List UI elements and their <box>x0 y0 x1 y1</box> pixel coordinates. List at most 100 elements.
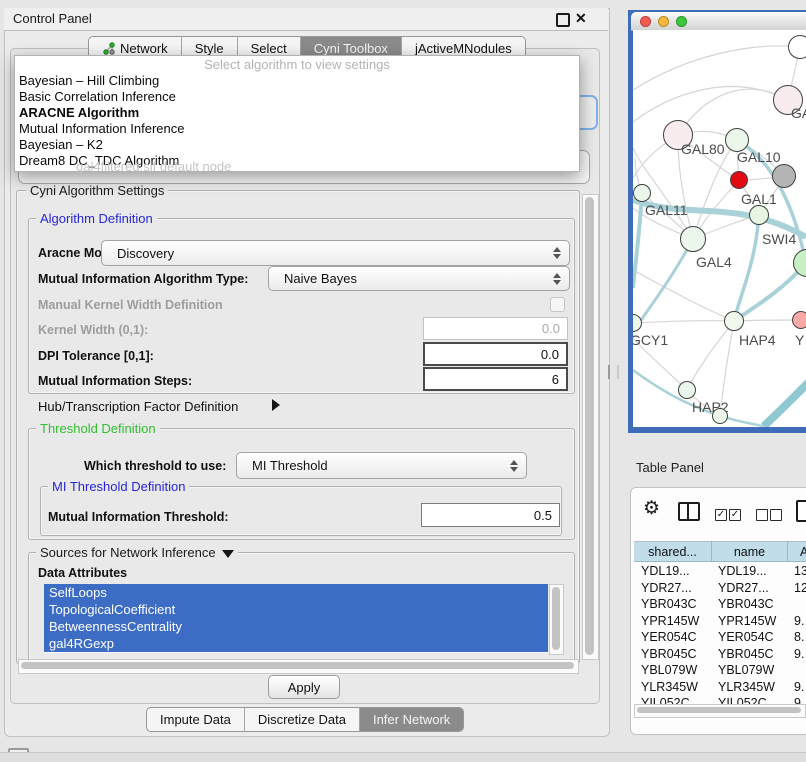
cyni-algorithm-settings-title: Cyni Algorithm Settings <box>26 183 168 198</box>
dropdown-item-aracne-algorithm[interactable]: ARACNE Algorithm <box>15 105 579 121</box>
table-row[interactable]: YDR27...YDR27...12 <box>634 580 806 597</box>
attribute-item-selfloops[interactable]: SelfLoops <box>44 584 548 601</box>
table-row[interactable]: YER054CYER054C8. <box>634 629 806 646</box>
dropdown-item-mutual-information-inference[interactable]: Mutual Information Inference <box>15 121 579 137</box>
checked-box-icon[interactable]: ✓ <box>715 509 727 521</box>
table-cell: YBL079W <box>641 663 697 677</box>
table-cell: YBR043C <box>718 597 774 611</box>
window-close-button[interactable] <box>640 16 651 27</box>
data-attributes-list[interactable]: SelfLoopsTopologicalCoefficientBetweenne… <box>44 584 548 653</box>
table-row[interactable]: YDL19...YDL19...13 <box>634 563 806 580</box>
table-row[interactable]: YBR043C YBR043C <box>634 596 806 613</box>
tab-label: Network <box>120 41 168 56</box>
attribute-item-topologicalcoefficient[interactable]: TopologicalCoefficient <box>44 601 548 618</box>
table-cell: YBR043C <box>641 597 697 611</box>
attributes-scrollbar-thumb[interactable] <box>552 587 560 650</box>
attributes-scrollbar[interactable] <box>549 584 564 655</box>
table-cell: YDL19... <box>718 564 767 578</box>
node-hap4[interactable] <box>724 311 744 331</box>
table-row[interactable]: YPR145WYPR145W9. <box>634 613 806 630</box>
network-window-titlebar[interactable] <box>631 12 806 31</box>
control-panel-titlebar: Control Panel ✕ <box>4 8 608 31</box>
manual-kernel-label: Manual Kernel Width Definition <box>38 298 223 312</box>
window-zoom-button[interactable] <box>676 16 687 27</box>
node-gcy1[interactable] <box>633 314 642 332</box>
gear-icon[interactable]: ⚙ <box>643 497 660 520</box>
network-canvas[interactable]: GALGAL80GAL10GAL1GAL11GAL4SWI4GCY1HAP4YH… <box>633 30 806 427</box>
table-cell: YBR045C <box>641 647 697 661</box>
table-row[interactable]: YIL052CYIL052C9 <box>634 695 806 704</box>
node-gal11[interactable] <box>633 184 651 202</box>
column-header-a[interactable]: A <box>788 541 806 562</box>
unchecked-box-icon[interactable] <box>770 509 782 521</box>
window-minimize-button[interactable] <box>658 16 669 27</box>
table-cell: YLR345W <box>641 680 698 694</box>
dropdown-item-bayesian-hill-climbing[interactable]: Bayesian – Hill Climbing <box>15 73 579 89</box>
which-threshold-value: MI Threshold <box>237 458 328 473</box>
mi-threshold-field[interactable]: 0.5 <box>421 503 560 527</box>
kernel-width-field[interactable]: 0.0 <box>423 317 568 340</box>
node-hap2[interactable] <box>678 381 696 399</box>
aracne-mode-combo[interactable]: Discovery <box>101 240 570 266</box>
threshold-definition-title: Threshold Definition <box>36 421 160 436</box>
table-cell: YLR345W <box>718 680 775 694</box>
node-y[interactable] <box>792 311 806 329</box>
split-columns-icon[interactable] <box>678 502 700 521</box>
document-icon[interactable] <box>796 500 806 522</box>
network-window: GALGAL80GAL10GAL1GAL11GAL4SWI4GCY1HAP4YH… <box>628 10 806 433</box>
hub-expand-icon[interactable] <box>272 399 280 411</box>
attribute-item-gal4rgexp[interactable]: gal4RGexp <box>44 635 548 652</box>
table-header-row: shared...nameA <box>634 541 806 562</box>
attribute-item-betweennesscentrality[interactable]: BetweennessCentrality <box>44 618 548 635</box>
bottom-tab-discretize-data[interactable]: Discretize Data <box>244 708 359 731</box>
kernel-width-label: Kernel Width (0,1): <box>38 323 148 337</box>
bottom-tab-infer-network[interactable]: Infer Network <box>359 708 463 731</box>
table-row[interactable]: YBR045CYBR045C9. <box>634 646 806 663</box>
checked-box-icon[interactable]: ✓ <box>729 509 741 521</box>
mi-steps-field[interactable]: 6 <box>423 367 568 391</box>
node[interactable] <box>788 35 806 59</box>
algorithm-dropdown-popup: Select algorithm to view settings Bayesi… <box>14 55 580 172</box>
manual-kernel-checkbox[interactable] <box>550 297 565 312</box>
table-hscroll-thumb[interactable] <box>637 707 801 713</box>
node-label-gal80: GAL80 <box>681 141 725 157</box>
tab-label: Cyni Toolbox <box>314 41 388 56</box>
table-row[interactable]: YBL079WYBL079W <box>634 662 806 679</box>
which-threshold-combo[interactable]: MI Threshold <box>236 452 527 479</box>
combo-arrows-icon <box>509 459 517 473</box>
control-panel-title: Control Panel <box>13 11 92 26</box>
table-cell: 8. <box>794 630 804 644</box>
dropdown-item-basic-correlation-inference[interactable]: Basic Correlation Inference <box>15 89 579 105</box>
bottom-tab-impute-data[interactable]: Impute Data <box>147 708 244 731</box>
apply-button[interactable]: Apply <box>268 675 340 699</box>
dropdown-item-bayesian-k2[interactable]: Bayesian – K2 <box>15 137 579 153</box>
mi-type-combo[interactable]: Naive Bayes <box>268 266 570 291</box>
unchecked-box-icon[interactable] <box>756 509 768 521</box>
settings-horizontal-scrollbar[interactable] <box>18 659 579 674</box>
combo-arrows-icon <box>552 246 560 260</box>
node-gal1[interactable] <box>730 171 748 189</box>
settings-vscroll-thumb[interactable] <box>585 197 594 655</box>
settings-hscroll-thumb[interactable] <box>21 662 574 669</box>
split-divider-handle[interactable] <box>608 365 619 379</box>
node-gal4[interactable] <box>680 226 706 252</box>
table-cell: 9. <box>794 614 804 628</box>
mi-steps-value: 6 <box>552 372 559 387</box>
table-body: YDL19...YDL19...13YDR27...YDR27...12YBR0… <box>634 563 806 704</box>
table-horizontal-scrollbar[interactable] <box>634 704 806 718</box>
node[interactable] <box>749 205 769 225</box>
dpi-tolerance-field[interactable]: 0.0 <box>423 342 568 366</box>
table-row[interactable]: YLR345WYLR345W9. <box>634 679 806 696</box>
node-label-gcy1: GCY1 <box>633 332 668 348</box>
node-swi4[interactable] <box>793 249 806 277</box>
settings-vertical-scrollbar[interactable] <box>582 194 599 660</box>
node[interactable] <box>712 408 728 424</box>
close-panel-icon[interactable]: ✕ <box>575 10 587 27</box>
sources-collapse-icon[interactable] <box>222 550 234 558</box>
node[interactable] <box>772 164 796 188</box>
column-header-shared-[interactable]: shared... <box>634 541 712 562</box>
node-label-gal11: GAL11 <box>645 202 688 218</box>
column-header-name[interactable]: name <box>712 541 788 562</box>
algorithm-dropdown-placeholder: Select algorithm to view settings <box>15 56 579 73</box>
float-panel-icon[interactable] <box>556 13 570 27</box>
